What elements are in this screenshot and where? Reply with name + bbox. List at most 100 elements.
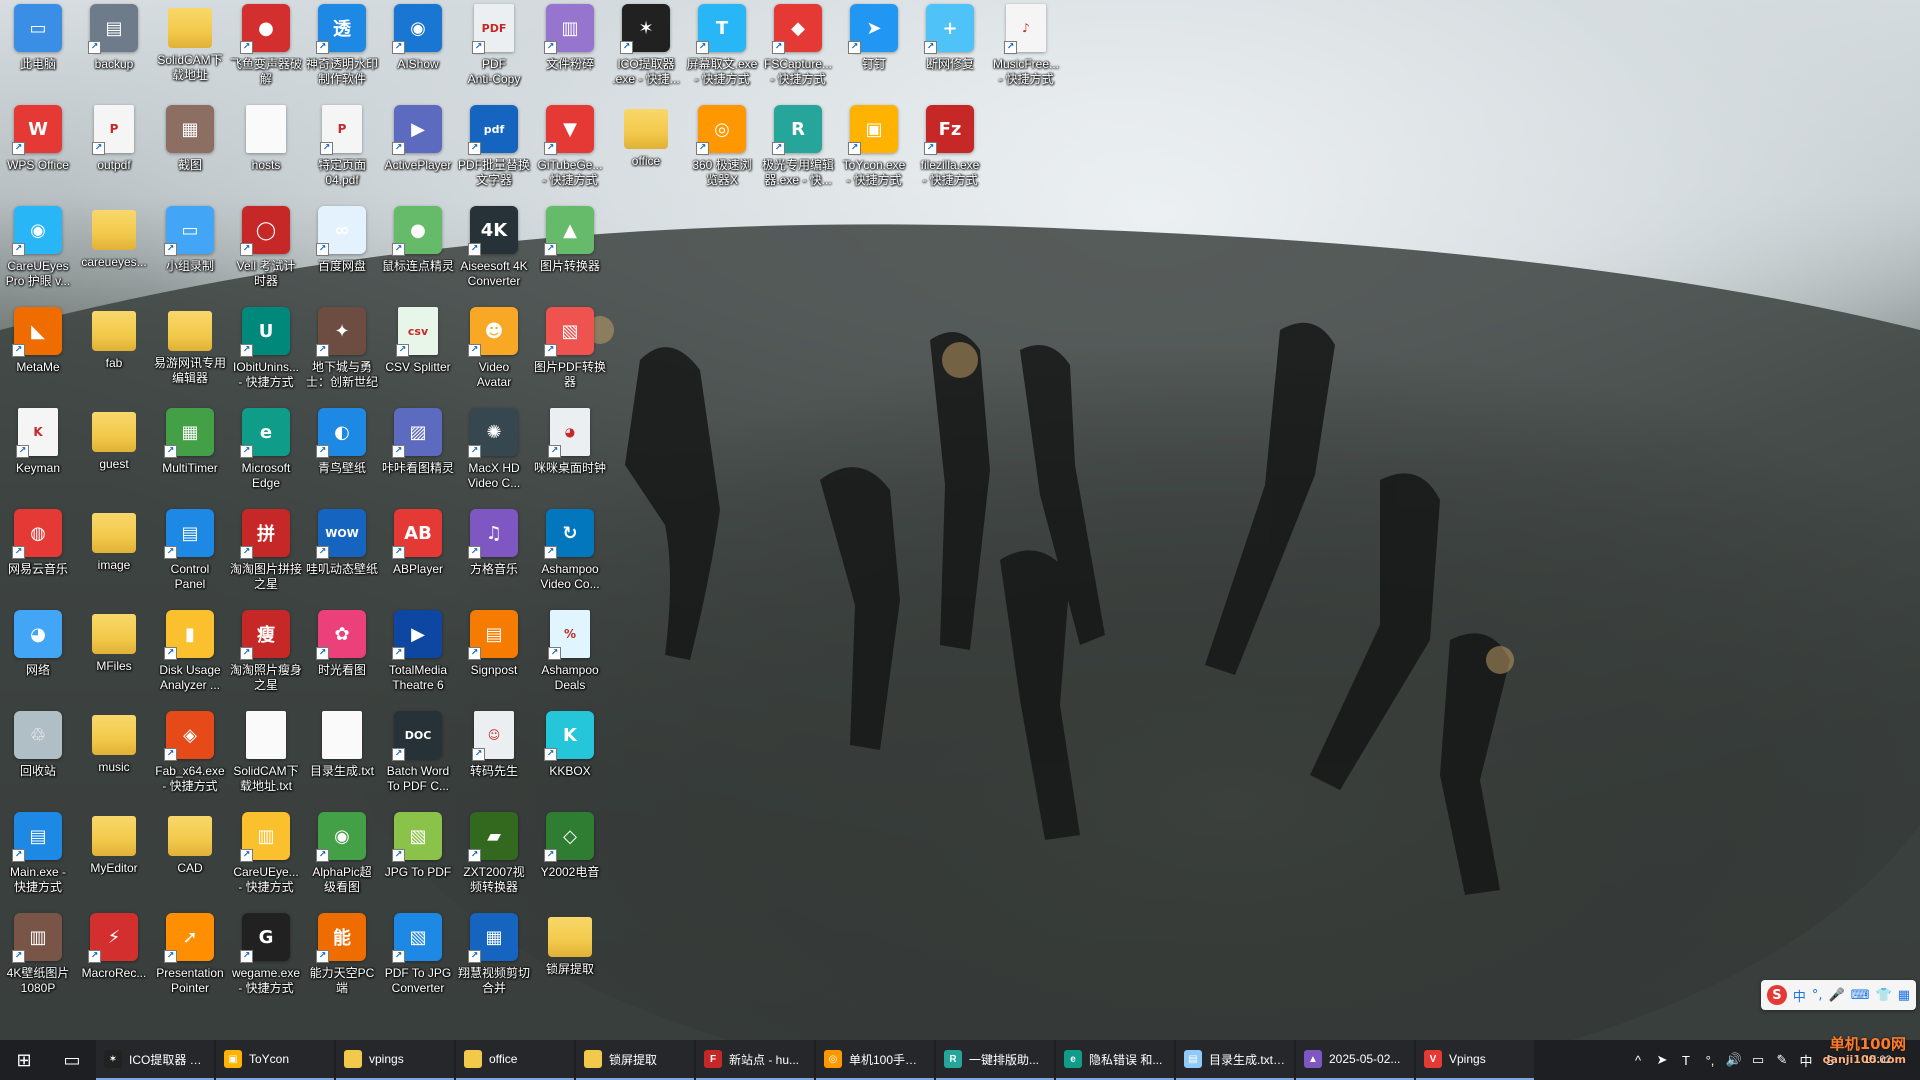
taskbar-button[interactable]: vpings <box>336 1040 454 1080</box>
taskbar-button[interactable]: ▤ 目录生成.txt ... <box>1176 1040 1294 1080</box>
desktop-icon[interactable]: ▰ ↗ ZXT2007视 频转换器 <box>456 808 532 908</box>
taskbar-button[interactable]: V Vpings <box>1416 1040 1534 1080</box>
ime-punctuation-tray-icon[interactable]: °, <box>1702 1052 1718 1068</box>
input-language-icon[interactable]: 中 <box>1798 1052 1814 1069</box>
taskbar-button[interactable]: ▲ 2025-05-02... <box>1296 1040 1414 1080</box>
show-hidden-icons-icon[interactable]: ^ <box>1630 1052 1646 1068</box>
desktop-icon[interactable]: ♪ ↗ MusicFree... - 快捷方式 <box>988 0 1064 100</box>
desktop-icon[interactable]: ▤ ↗ backup <box>76 0 152 100</box>
desktop-icon[interactable]: pdf ↗ PDF批量替换 文字器 <box>456 101 532 201</box>
taskbar-button[interactable]: office <box>456 1040 574 1080</box>
desktop-icon[interactable]: ▭ 此电脑 <box>0 0 76 100</box>
volume-icon[interactable]: 🔊 <box>1726 1052 1742 1068</box>
desktop-icon[interactable]: e ↗ Microsoft Edge <box>228 404 304 504</box>
desktop-icon[interactable]: 透 ↗ 神奇透明水印 制作软件 <box>304 0 380 100</box>
desktop-icon[interactable]: MFiles <box>76 606 152 706</box>
desktop-icon[interactable]: ♲ 回收站 <box>0 707 76 807</box>
desktop-icon[interactable]: ☻ ↗ Video Avatar <box>456 303 532 403</box>
desktop-icon[interactable]: PDF ↗ PDF Anti-Copy <box>456 0 532 100</box>
taskbar-button[interactable]: ✶ ICO提取器 V... <box>96 1040 214 1080</box>
desktop-icon[interactable]: ◆ ↗ FSCapture... - 快捷方式 <box>760 0 836 100</box>
desktop-icon[interactable]: T ↗ 屏幕取文.exe - 快捷方式 <box>684 0 760 100</box>
desktop-icon[interactable]: ↻ ↗ Ashampoo Video Co... <box>532 505 608 605</box>
desktop-icon[interactable]: 锁屏提取 <box>532 909 608 1009</box>
desktop-icon[interactable]: MyEditor <box>76 808 152 908</box>
desktop-icon[interactable]: ▶ ↗ ActivePlayer <box>380 101 456 201</box>
desktop-icon[interactable]: ⚡ ↗ MacroRec... <box>76 909 152 1009</box>
desktop-icon[interactable]: ▣ ↗ ToYcon.exe - 快捷方式 <box>836 101 912 201</box>
desktop-icon[interactable]: ◈ ↗ Fab_x64.exe - 快捷方式 <box>152 707 228 807</box>
desktop-icon[interactable]: % ↗ Ashampoo Deals <box>532 606 608 706</box>
ime-keyboard-icon[interactable]: ⌨ <box>1851 988 1870 1003</box>
desktop-icon[interactable]: 瘦 ↗ 淘淘照片瘦身 之星 <box>228 606 304 706</box>
desktop-icon[interactable]: ◯ ↗ Vell 考试计 时器 <box>228 202 304 302</box>
ime-voice-icon[interactable]: 🎤 <box>1829 988 1845 1003</box>
desktop-icon[interactable]: K ↗ KKBOX <box>532 707 608 807</box>
desktop-icon[interactable]: ▧ ↗ PDF To JPG Converter <box>380 909 456 1009</box>
desktop-icon[interactable]: ◉ ↗ AIShow <box>380 0 456 100</box>
desktop-icon[interactable]: ◍ ↗ 网易云音乐 <box>0 505 76 605</box>
desktop-icon[interactable]: SolidCAM下 载地址.txt <box>228 707 304 807</box>
desktop-icon[interactable]: ▼ ↗ GiTubeGe... - 快捷方式 <box>532 101 608 201</box>
desktop-icon[interactable]: 易游网讯专用 编辑器 <box>152 303 228 403</box>
desktop-icon[interactable]: 能 ↗ 能力天空PC 端 <box>304 909 380 1009</box>
desktop-icon[interactable]: image <box>76 505 152 605</box>
ime-mode-chinese[interactable]: 中 <box>1793 986 1806 1005</box>
desktop-icon[interactable]: ▶ ↗ TotalMedia Theatre 6 <box>380 606 456 706</box>
desktop-icon[interactable]: ● ↗ 飞鱼变声器破 解 <box>228 0 304 100</box>
desktop-icon[interactable]: W ↗ WPS Office <box>0 101 76 201</box>
desktop-icon[interactable]: ▧ ↗ JPG To PDF <box>380 808 456 908</box>
desktop-icon[interactable]: ▲ ↗ 图片转换器 <box>532 202 608 302</box>
desktop-icon[interactable]: DOC ↗ Batch Word To PDF C... <box>380 707 456 807</box>
ime-skin-icon[interactable]: 👕 <box>1876 988 1892 1003</box>
desktop-icon[interactable]: office <box>608 101 684 201</box>
desktop-icon[interactable]: ✺ ↗ MacX HD Video C... <box>456 404 532 504</box>
desktop-icon[interactable]: U ↗ IObitUnins... - 快捷方式 <box>228 303 304 403</box>
taskbar-button[interactable]: F 新站点 - hu... <box>696 1040 814 1080</box>
desktop-icon[interactable]: ✿ ↗ 时光看图 <box>304 606 380 706</box>
task-view-icon[interactable]: ▭ <box>48 1040 96 1080</box>
desktop-icon[interactable]: ● ↗ 鼠标连点精灵 <box>380 202 456 302</box>
desktop-icon[interactable]: ▮ ↗ Disk Usage Analyzer ... <box>152 606 228 706</box>
desktop-icon[interactable]: ▤ ↗ Signpost <box>456 606 532 706</box>
desktop-icon[interactable]: R ↗ 极光专用编辑 器.exe - 快... <box>760 101 836 201</box>
desktop-icon[interactable]: Fz ↗ filezilla.exe - 快捷方式 <box>912 101 988 201</box>
desktop-icon[interactable]: ☺ ↗ 转码先生 <box>456 707 532 807</box>
desktop-icon[interactable]: ✦ ↗ 地下城与勇 士：创新世纪 <box>304 303 380 403</box>
desktop-icon[interactable]: 目录生成.txt <box>304 707 380 807</box>
desktop-icon[interactable]: ▥ ↗ CareUEye... - 快捷方式 <box>228 808 304 908</box>
desktop-icon[interactable]: 拼 ↗ 淘淘图片拼接 之星 <box>228 505 304 605</box>
desktop-icon[interactable]: WOW ↗ 哇叽动态壁纸 <box>304 505 380 605</box>
desktop-icon[interactable]: CAD <box>152 808 228 908</box>
desktop-icon[interactable]: ▤ ↗ Main.exe - 快捷方式 <box>0 808 76 908</box>
desktop-icon[interactable]: ▦ 截图 <box>152 101 228 201</box>
taskbar-button[interactable]: e 隐私错误 和... <box>1056 1040 1174 1080</box>
desktop-icon[interactable]: ♫ ↗ 方格音乐 <box>456 505 532 605</box>
ime-punctuation-icon[interactable]: °, <box>1812 988 1823 1003</box>
taskbar-button[interactable]: ◎ 单机100手游... <box>816 1040 934 1080</box>
desktop-icon[interactable]: music <box>76 707 152 807</box>
taskbar-button[interactable]: ▣ ToYcon <box>216 1040 334 1080</box>
desktop-icon[interactable]: ➚ ↗ Presentation Pointer <box>152 909 228 1009</box>
desktop-icon[interactable]: ➤ ↗ 钉钉 <box>836 0 912 100</box>
desktop-icon[interactable]: careueyes... <box>76 202 152 302</box>
sogou-ime-icon[interactable]: S <box>1766 985 1787 1005</box>
ime-toolbox-icon[interactable]: ▦ <box>1898 988 1910 1003</box>
network-tray-icon[interactable]: ▭ <box>1750 1052 1766 1068</box>
ime-toolbar[interactable]: S 中 °, 🎤 ⌨ 👕 ▦ <box>1760 980 1916 1010</box>
desktop-icon[interactable]: ∞ ↗ 百度网盘 <box>304 202 380 302</box>
pen-icon[interactable]: ✎ <box>1774 1052 1790 1068</box>
desktop-icon[interactable]: ◉ ↗ CareUEyes Pro 护眼 v... <box>0 202 76 302</box>
windows-start-icon[interactable]: ⊞ <box>0 1040 48 1080</box>
desktop-icon[interactable]: ▦ ↗ MultiTimer <box>152 404 228 504</box>
desktop-icon[interactable]: ▥ ↗ 文件粉碎 <box>532 0 608 100</box>
taskbar-button[interactable]: R 一键排版助... <box>936 1040 1054 1080</box>
desktop-icon[interactable]: P ↗ 特定页面 04.pdf <box>304 101 380 201</box>
desktop-icon[interactable]: P ↗ outpdf <box>76 101 152 201</box>
desktop-icon[interactable]: ▦ ↗ 翔慧视频剪切 合并 <box>456 909 532 1009</box>
desktop-icon[interactable]: SolidCAM下 载地址 <box>152 0 228 100</box>
desktop-icon[interactable]: ◕ 网络 <box>0 606 76 706</box>
text-capture-tray-icon[interactable]: T <box>1678 1052 1694 1068</box>
desktop-icon[interactable]: ▥ ↗ 4K壁纸图片 1080P <box>0 909 76 1009</box>
desktop-icon[interactable]: ◇ ↗ Y2002电音 <box>532 808 608 908</box>
